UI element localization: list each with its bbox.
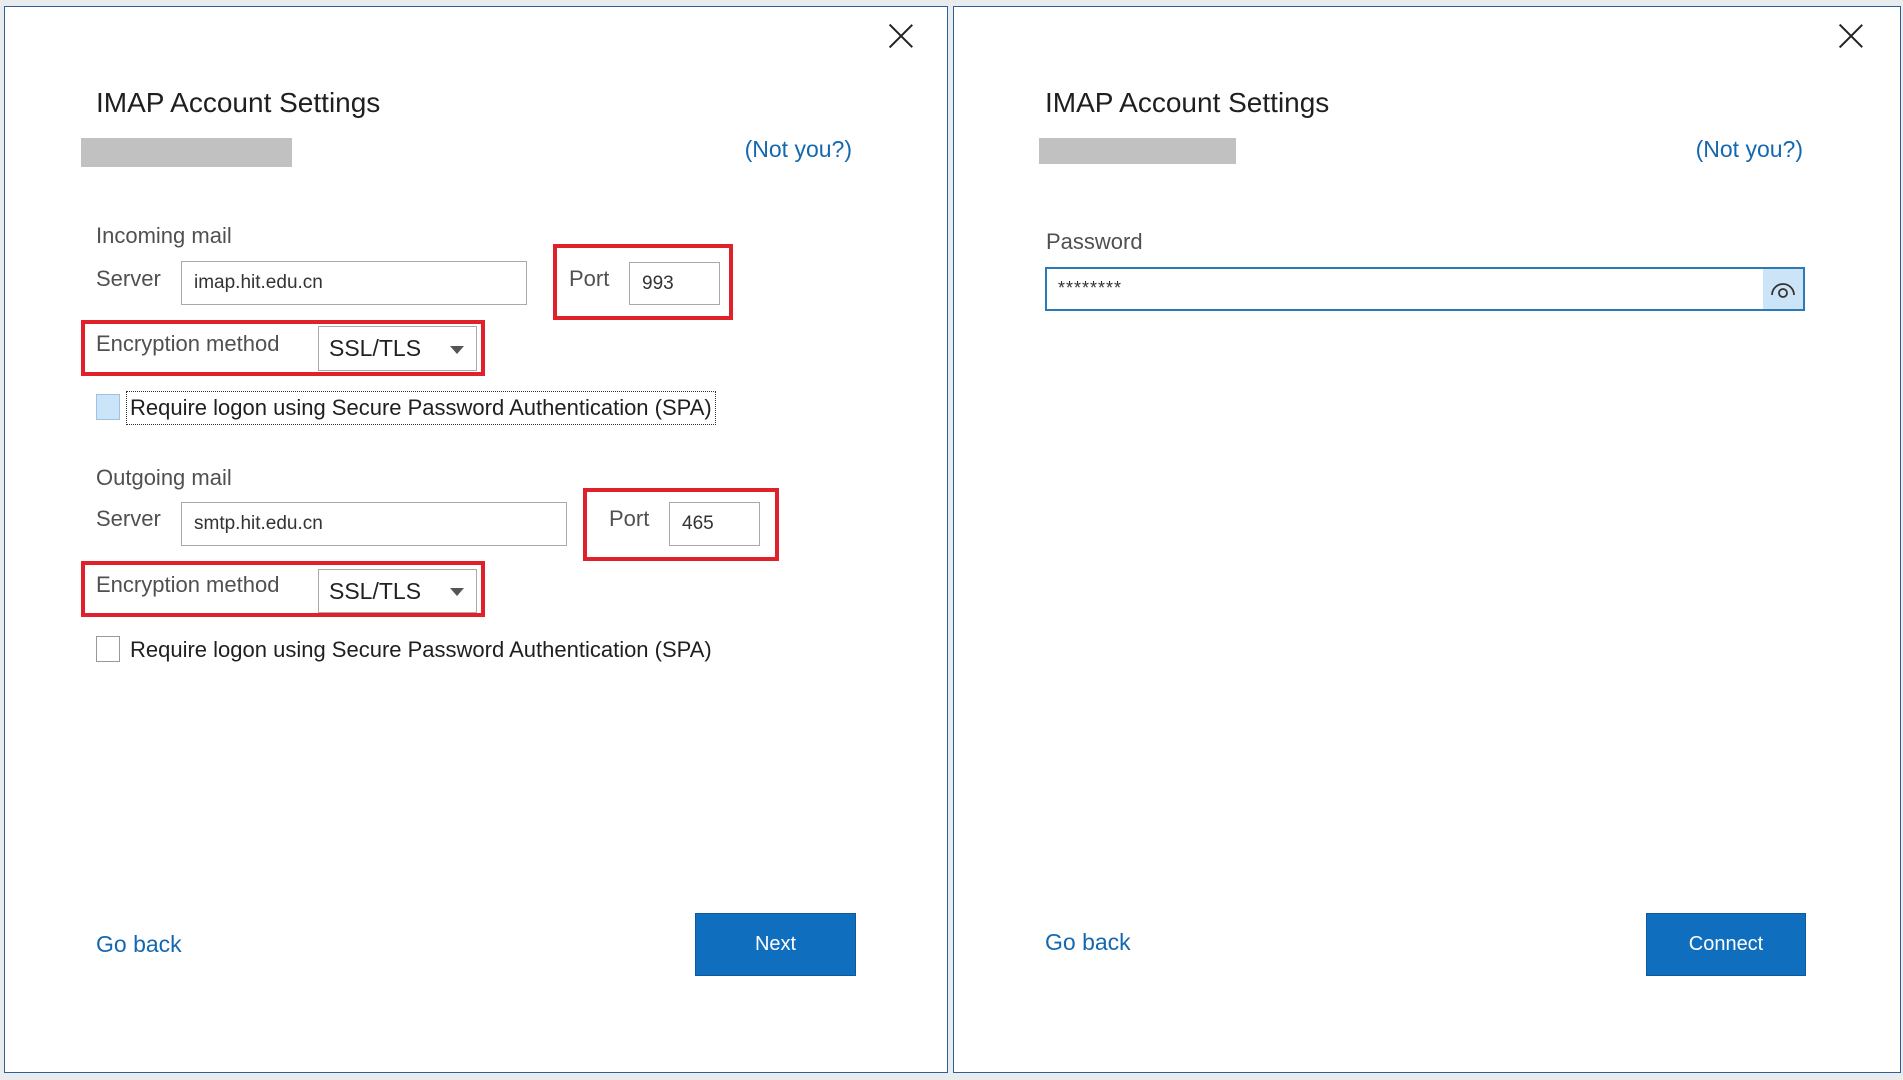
incoming-spa-checkbox[interactable]: [96, 394, 120, 420]
incoming-port-label: Port: [569, 266, 610, 291]
show-password-eye-icon[interactable]: [1763, 269, 1803, 309]
go-back-link[interactable]: Go back: [1045, 928, 1131, 956]
password-label: Password: [1046, 229, 1143, 254]
dropdown-caret-icon: [450, 345, 464, 354]
incoming-server-label: Server: [96, 266, 161, 291]
incoming-server-input[interactable]: imap.hit.edu.cn: [181, 261, 527, 305]
outgoing-spa-label[interactable]: Require logon using Secure Password Auth…: [127, 634, 715, 666]
page-title: IMAP Account Settings: [1045, 87, 1330, 118]
password-input[interactable]: ********: [1045, 267, 1805, 311]
connect-button[interactable]: Connect: [1646, 913, 1806, 976]
not-you-link[interactable]: (Not you?): [745, 135, 852, 163]
next-button[interactable]: Next: [695, 913, 856, 976]
incoming-mail-heading: Incoming mail: [96, 223, 232, 248]
outgoing-server-label: Server: [96, 506, 161, 531]
outgoing-encryption-value: SSL/TLS: [329, 577, 422, 604]
outgoing-server-input[interactable]: smtp.hit.edu.cn: [181, 502, 567, 546]
outgoing-mail-heading: Outgoing mail: [96, 465, 232, 490]
incoming-encryption-select[interactable]: SSL/TLS: [318, 326, 477, 371]
go-back-link[interactable]: Go back: [96, 930, 182, 958]
page-title: IMAP Account Settings: [96, 87, 381, 118]
redacted-email: [81, 138, 292, 167]
outgoing-port-label: Port: [609, 506, 650, 531]
close-icon[interactable]: [888, 23, 914, 49]
incoming-port-input[interactable]: 993: [629, 262, 720, 305]
outgoing-encryption-select[interactable]: SSL/TLS: [318, 569, 477, 613]
password-value: ********: [1058, 278, 1123, 298]
redacted-email: [1039, 138, 1236, 164]
incoming-encryption-label: Encryption method: [96, 331, 280, 356]
incoming-encryption-value: SSL/TLS: [329, 335, 422, 361]
not-you-link[interactable]: (Not you?): [1696, 135, 1803, 163]
outgoing-encryption-label: Encryption method: [96, 572, 280, 597]
dropdown-caret-icon: [450, 588, 464, 596]
incoming-spa-label[interactable]: Require logon using Secure Password Auth…: [126, 391, 716, 425]
outgoing-port-input[interactable]: 465: [669, 502, 760, 546]
outgoing-spa-checkbox[interactable]: [96, 636, 120, 662]
close-icon[interactable]: [1838, 23, 1864, 49]
